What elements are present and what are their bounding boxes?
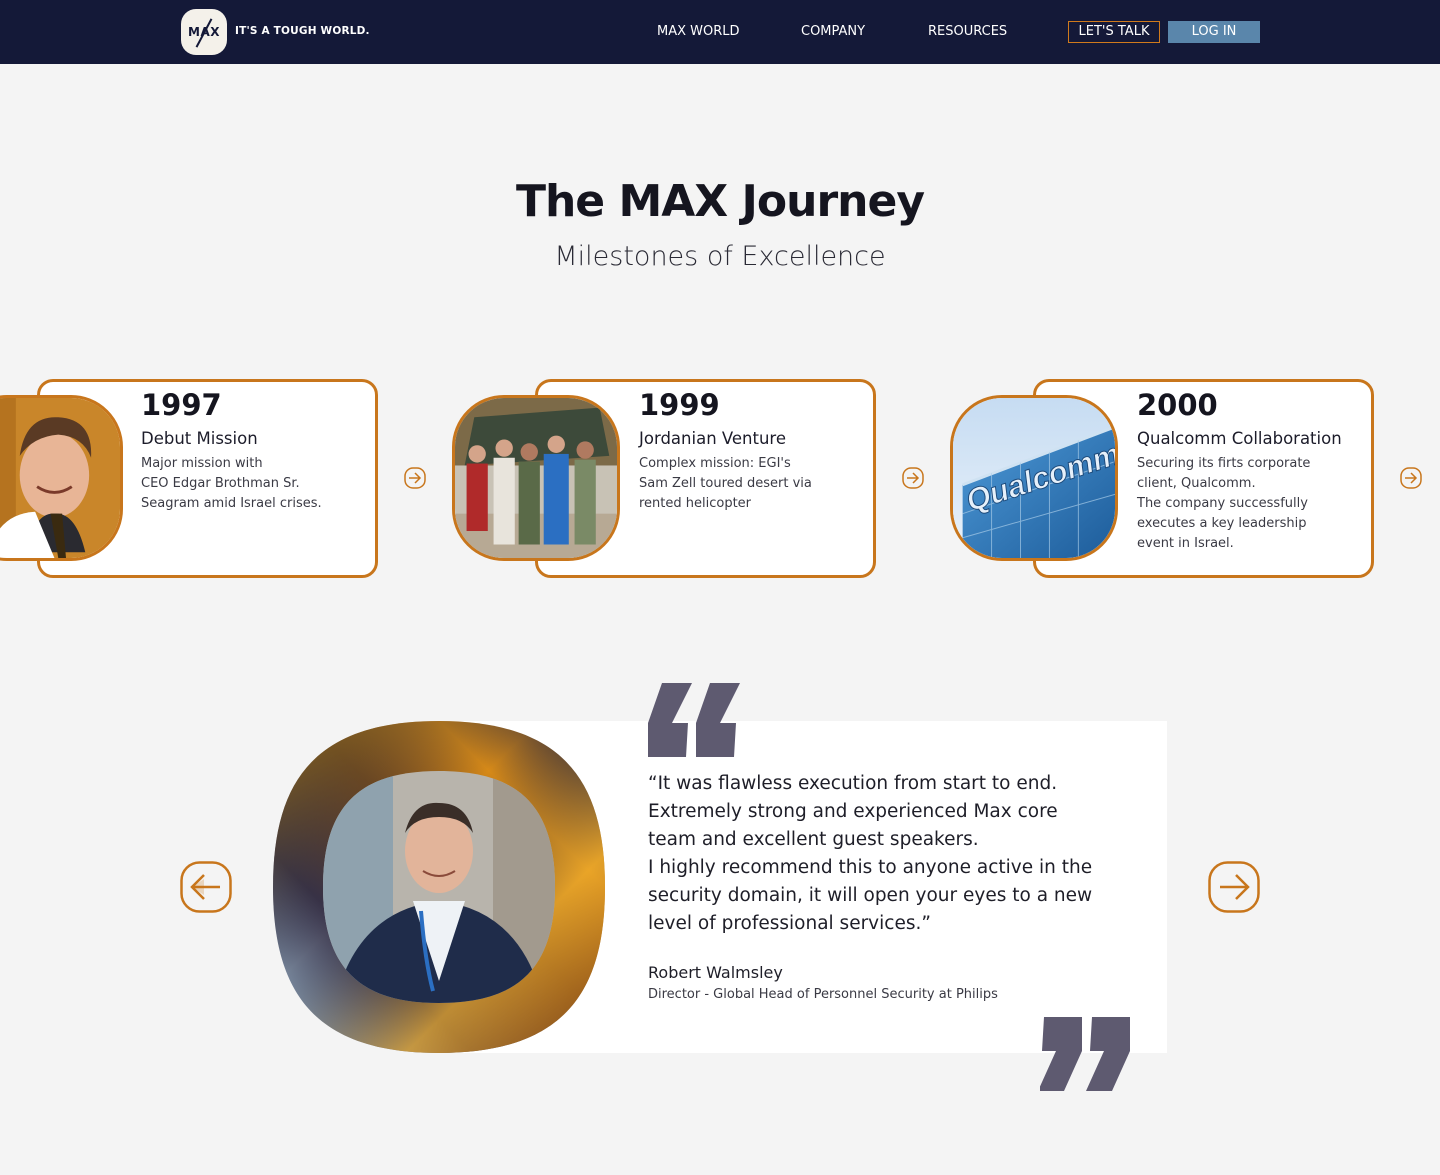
lets-talk-button[interactable]: LET'S TALK [1068, 21, 1160, 43]
milestone-year: 1999 [639, 388, 720, 422]
nav-max-world[interactable]: MAX WORLD [657, 24, 740, 39]
milestone-photo-1997 [0, 395, 123, 561]
milestone-title: Qualcomm Collaboration [1137, 429, 1342, 448]
testimonial-photo-ring [273, 721, 605, 1053]
milestone-title: Debut Mission [141, 429, 258, 448]
arrow-right-icon[interactable] [1208, 861, 1260, 913]
arrow-left-icon[interactable] [180, 861, 232, 913]
nav-company[interactable]: COMPANY [801, 24, 865, 39]
max-logo[interactable]: MAX [181, 9, 227, 55]
arrow-right-icon[interactable] [404, 467, 426, 489]
nav-resources[interactable]: RESOURCES [928, 24, 1007, 39]
milestone-description: Securing its firts corporate client, Qua… [1137, 456, 1311, 551]
milestone-description: Complex mission: EGI's Sam Zell toured d… [639, 456, 812, 511]
testimonial-author-name: Robert Walmsley [648, 963, 783, 982]
arrow-right-icon[interactable] [1400, 467, 1422, 489]
page-subtitle: Milestones of Excellence [554, 241, 886, 272]
page-title: The MAX Journey [515, 176, 925, 227]
milestone-year: 1997 [141, 388, 222, 422]
milestone-photo-1999 [452, 395, 620, 561]
milestone-description: Major mission with CEO Edgar Brothman Sr… [141, 456, 322, 511]
closing-quote-icon [1040, 1017, 1130, 1091]
tagline: IT'S A TOUGH WORLD. [235, 25, 370, 37]
milestone-year: 2000 [1137, 388, 1218, 422]
top-navbar: MAX IT'S A TOUGH WORLD. MAX WORLD COMPAN… [0, 0, 1440, 64]
log-in-button[interactable]: LOG IN [1168, 21, 1260, 43]
milestone-photo-2000: Qualcomm [950, 395, 1118, 561]
milestone-title: Jordanian Venture [639, 429, 787, 448]
arrow-right-icon[interactable] [902, 467, 924, 489]
testimonial-quote: “It was flawless execution from start to… [648, 773, 1093, 934]
opening-quote-icon [648, 683, 740, 757]
testimonial-author-role: Director - Global Head of Personnel Secu… [648, 987, 998, 1002]
